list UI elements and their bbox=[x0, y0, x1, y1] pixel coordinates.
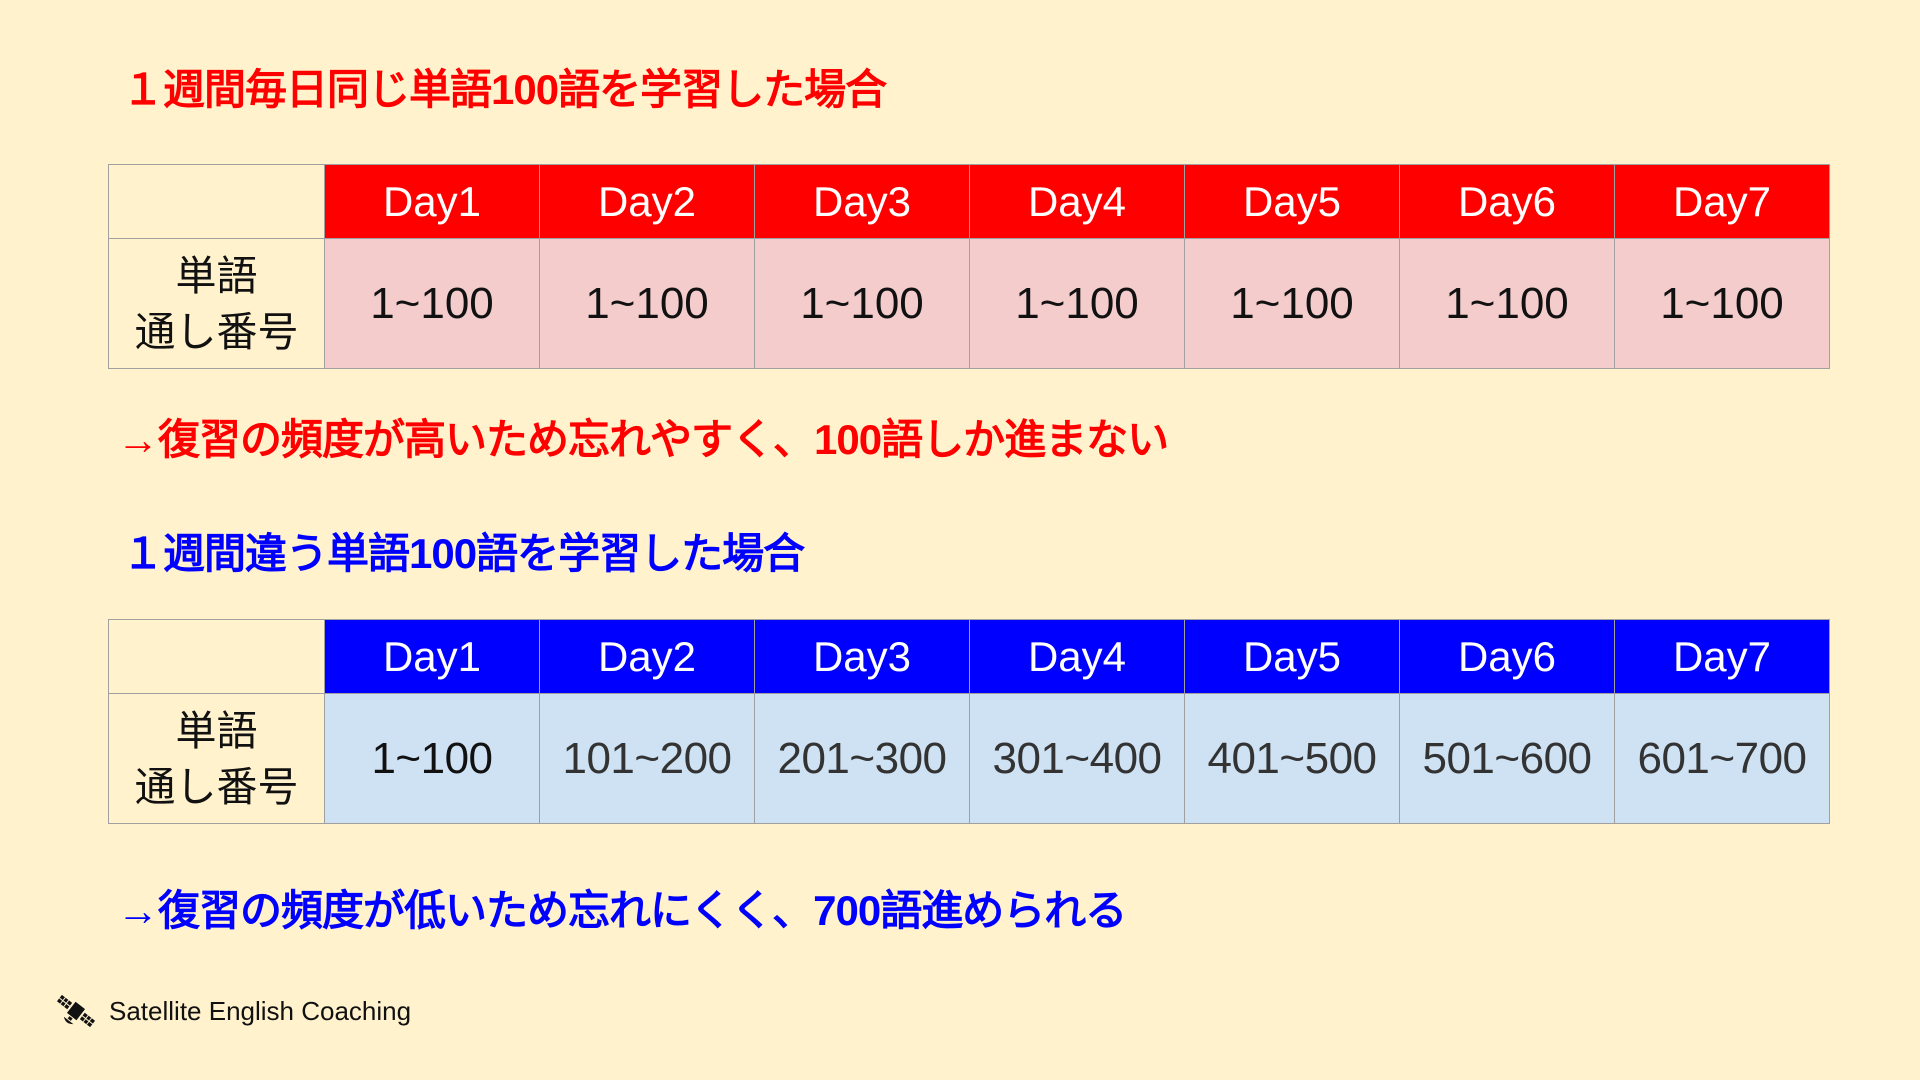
day-header: Day2 bbox=[539, 619, 755, 694]
word-range-cell: 1~100 bbox=[969, 238, 1185, 369]
word-range-cell: 501~600 bbox=[1399, 693, 1615, 824]
row-label-line1: 単語 bbox=[175, 707, 258, 754]
word-range-cell: 1~100 bbox=[1184, 238, 1400, 369]
brand-name: Satellite English Coaching bbox=[109, 995, 412, 1026]
day-header: Day6 bbox=[1399, 619, 1615, 694]
word-range-cell: 1~100 bbox=[324, 693, 540, 824]
word-range-cell: 101~200 bbox=[539, 693, 755, 824]
row-label: 単語 通し番号 bbox=[108, 238, 325, 369]
day-header: Day7 bbox=[1614, 619, 1830, 694]
day-header: Day1 bbox=[324, 619, 540, 694]
day-header: Day2 bbox=[539, 164, 755, 239]
day-header: Day3 bbox=[754, 164, 970, 239]
footer-brand: Satellite English Coaching bbox=[54, 990, 411, 1032]
day-header: Day5 bbox=[1184, 619, 1400, 694]
word-range-cell: 401~500 bbox=[1184, 693, 1400, 824]
table-row: 単語 通し番号 1~100 1~100 1~100 1~100 1~100 1~… bbox=[108, 238, 1830, 369]
section-same-title: １週間毎日同じ単語100語を学習した場合 bbox=[122, 66, 887, 113]
row-label-line1: 単語 bbox=[175, 252, 258, 299]
word-range-cell: 1~100 bbox=[539, 238, 755, 369]
day-header: Day4 bbox=[969, 164, 1185, 239]
section-different-conclusion: →復習の頻度が低いため忘れにくく、700語進められる bbox=[117, 887, 1127, 934]
word-range-cell: 601~700 bbox=[1614, 693, 1830, 824]
day-header: Day6 bbox=[1399, 164, 1615, 239]
word-range-cell: 1~100 bbox=[324, 238, 540, 369]
word-range-cell: 201~300 bbox=[754, 693, 970, 824]
day-header: Day4 bbox=[969, 619, 1185, 694]
satellite-icon bbox=[56, 994, 96, 1028]
day-header: Day3 bbox=[754, 619, 970, 694]
section-different-title: １週間違う単語100語を学習した場合 bbox=[122, 530, 805, 577]
word-range-cell: 1~100 bbox=[754, 238, 970, 369]
day-header: Day7 bbox=[1614, 164, 1830, 239]
row-label: 単語 通し番号 bbox=[108, 693, 325, 824]
same-words-table: Day1 Day2 Day3 Day4 Day5 Day6 Day7 単語 通し… bbox=[108, 164, 1830, 369]
table-header-row: Day1 Day2 Day3 Day4 Day5 Day6 Day7 bbox=[108, 619, 1830, 694]
word-range-cell: 1~100 bbox=[1399, 238, 1615, 369]
different-words-table: Day1 Day2 Day3 Day4 Day5 Day6 Day7 単語 通し… bbox=[108, 619, 1830, 824]
section-same-conclusion: →復習の頻度が高いため忘れやすく、100語しか進まない bbox=[117, 416, 1169, 463]
corner-cell bbox=[108, 164, 325, 239]
row-label-line2: 通し番号 bbox=[134, 763, 299, 810]
table-header-row: Day1 Day2 Day3 Day4 Day5 Day6 Day7 bbox=[108, 164, 1830, 239]
day-header: Day5 bbox=[1184, 164, 1400, 239]
row-label-line2: 通し番号 bbox=[134, 308, 299, 355]
word-range-cell: 1~100 bbox=[1614, 238, 1830, 369]
word-range-cell: 301~400 bbox=[969, 693, 1185, 824]
table-row: 単語 通し番号 1~100 101~200 201~300 301~400 40… bbox=[108, 693, 1830, 824]
day-header: Day1 bbox=[324, 164, 540, 239]
corner-cell bbox=[108, 619, 325, 694]
